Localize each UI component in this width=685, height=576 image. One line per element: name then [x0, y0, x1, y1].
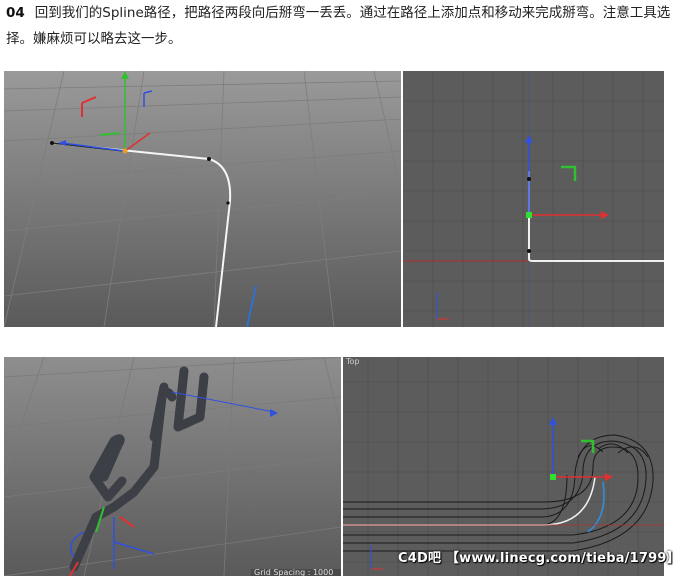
top-view-label: Top — [346, 357, 360, 366]
front-viewport[interactable] — [403, 71, 664, 327]
top-viewport[interactable]: Top — [343, 357, 664, 576]
step-number: 04 — [6, 5, 25, 21]
perspective-viewport-2[interactable]: Grid Spacing : 1000 cm — [4, 357, 341, 576]
watermark: C4D吧 【www.linecg.com/tieba/1799】 — [398, 551, 680, 566]
perspective-viewport-1[interactable] — [4, 71, 401, 327]
grid-spacing-label: Grid Spacing : 1000 cm — [254, 568, 334, 576]
step-paragraph: 04 回到我们的Spline路径，把路径两段向后掰弯一丢丢。通过在路径上添加点和移… — [6, 0, 676, 52]
step-description: 回到我们的Spline路径，把路径两段向后掰弯一丢丢。通过在路径上添加点和移动来… — [6, 5, 671, 47]
